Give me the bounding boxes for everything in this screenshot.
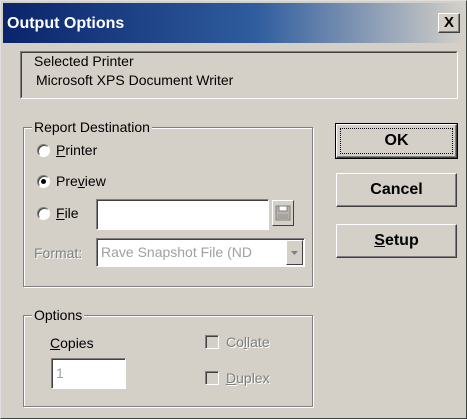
window-title: Output Options (7, 15, 125, 32)
close-button[interactable]: X (438, 13, 460, 33)
chevron-down-icon (291, 251, 298, 255)
options-legend: Options (32, 307, 85, 323)
ok-button[interactable]: OK (335, 123, 458, 159)
collate-label: Collate (226, 334, 270, 350)
cancel-button-label: Cancel (370, 181, 423, 198)
focus-rect (340, 128, 453, 154)
format-dropdown-button[interactable] (286, 240, 303, 265)
setup-button-label: Setup (374, 232, 419, 249)
duplex-checkbox[interactable] (205, 371, 219, 385)
preview-radio[interactable] (37, 175, 50, 188)
file-path-input[interactable] (96, 199, 269, 230)
floppy-disk-icon (275, 205, 291, 221)
radio-selected-dot (41, 179, 46, 184)
selected-printer-legend: Selected Printer (34, 53, 134, 69)
setup-button[interactable]: Setup (336, 224, 457, 258)
format-select[interactable]: Rave Snapshot File (ND (96, 238, 305, 267)
browse-file-button[interactable] (272, 200, 294, 226)
report-destination-legend: Report Destination (32, 119, 152, 135)
output-options-dialog: Output Options X Selected Printer Micros… (0, 0, 467, 419)
selected-printer-name: Microsoft XPS Document Writer (36, 72, 234, 88)
cancel-button[interactable]: Cancel (336, 173, 457, 207)
printer-radio[interactable] (37, 144, 50, 157)
printer-radio-label[interactable]: Printer (56, 142, 97, 158)
title-bar[interactable]: Output Options X (3, 3, 464, 43)
collate-checkbox[interactable] (205, 335, 219, 349)
format-select-value: Rave Snapshot File (ND (101, 244, 252, 260)
file-radio-label[interactable]: File (56, 205, 79, 221)
format-label: Format: (34, 245, 83, 261)
copies-input[interactable]: 1 (51, 358, 126, 389)
duplex-label: Duplex (226, 370, 270, 386)
file-radio[interactable] (37, 207, 50, 220)
preview-radio-label[interactable]: Preview (56, 173, 106, 189)
close-icon: X (443, 14, 454, 31)
copies-label: Copies (50, 335, 94, 351)
